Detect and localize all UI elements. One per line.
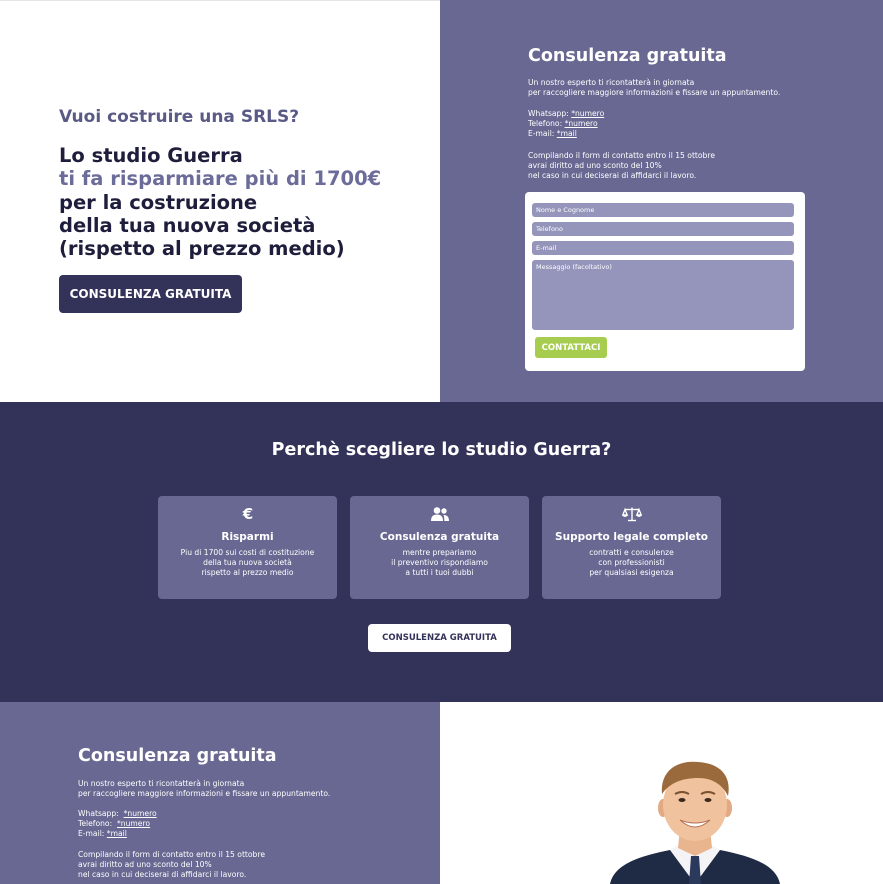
card-description: mentre prepariamo il preventivo rispondi…: [350, 548, 529, 578]
intro-line-1: Un nostro esperto ti ricontatterà in gio…: [78, 779, 245, 788]
feature-card-supporto: Supporto legale completo contratti e con…: [542, 496, 721, 599]
bottom-contact-panel: Consulenza gratuita Un nostro esperto ti…: [0, 702, 440, 884]
whatsapp-label: Whatsapp:: [528, 109, 569, 118]
card-description: Piu di 1700 sui costi di costituzione de…: [158, 548, 337, 578]
whatsapp-link[interactable]: *numero: [571, 109, 604, 118]
card-line: per qualsiasi esigenza: [589, 568, 674, 577]
whatsapp-link[interactable]: *numero: [124, 809, 157, 818]
hero-headline: Lo studio Guerra ti fa risparmiare più d…: [59, 144, 429, 260]
card-line: rispetto al prezzo medio: [201, 568, 294, 577]
euro-icon: €: [158, 505, 337, 523]
phone-row: Telefono: *numero: [78, 819, 157, 829]
promo-line-3: nel caso in cui deciserai di affidarci i…: [528, 171, 697, 180]
feature-card-risparmi: € Risparmi Piu di 1700 sui costi di cost…: [158, 496, 337, 599]
card-line: mentre prepariamo: [402, 548, 477, 557]
headline-line-4: (rispetto al prezzo medio): [59, 237, 345, 261]
why-consulenza-button[interactable]: CONSULENZA GRATUITA: [368, 624, 511, 652]
hero-section: Vuoi costruire una SRLS? Lo studio Guerr…: [0, 0, 883, 402]
email-link[interactable]: *mail: [557, 129, 577, 138]
headline-line-3: della tua nuova società: [59, 213, 316, 237]
phone-label: Telefono:: [78, 819, 113, 828]
name-field[interactable]: Nome e Cognome: [532, 203, 794, 217]
bottom-photo-panel: [440, 702, 883, 884]
card-title: Risparmi: [221, 531, 274, 543]
card-line: contratti e consulenze: [589, 548, 674, 557]
email-row: E-mail: *mail: [78, 829, 157, 839]
promo-line-2: avrai diritto ad uno sconto del 10%: [78, 860, 212, 869]
card-description: contratti e consulenze con professionist…: [542, 548, 721, 578]
users-icon: [350, 505, 529, 523]
hero-eyebrow: Vuoi costruire una SRLS?: [59, 107, 300, 127]
headline-line-2: per la costruzione: [59, 190, 258, 214]
phone-row: Telefono: *numero: [528, 119, 604, 129]
contattaci-button[interactable]: CONTATTACI: [535, 337, 607, 358]
svg-text:€: €: [241, 506, 252, 522]
whatsapp-label: Whatsapp:: [78, 809, 119, 818]
bottom-contact-section: Consulenza gratuita Un nostro esperto ti…: [0, 702, 883, 884]
feature-card-consulenza: Consulenza gratuita mentre prepariamo il…: [350, 496, 529, 599]
bottom-contacts: Whatsapp: *numero Telefono: *numero E-ma…: [78, 809, 157, 839]
card-title: Consulenza gratuita: [379, 531, 500, 543]
why-title: Perchè scegliere lo studio Guerra?: [271, 440, 612, 460]
why-section: Perchè scegliere lo studio Guerra? € Ris…: [0, 402, 883, 702]
headline-line-1: Lo studio Guerra: [59, 144, 243, 167]
contact-panel-contacts: Whatsapp: *numero Telefono: *numero E-ma…: [528, 109, 604, 139]
card-line: con professionisti: [598, 558, 665, 567]
whatsapp-row: Whatsapp: *numero: [528, 109, 604, 119]
contact-panel: Consulenza gratuita Un nostro esperto ti…: [440, 0, 883, 402]
headline-accent: ti fa risparmiare più di 1700€: [59, 167, 382, 191]
email-row: E-mail: *mail: [528, 129, 604, 139]
bottom-intro: Un nostro esperto ti ricontatterà in gio…: [78, 779, 330, 799]
contact-panel-promo: Compilando il form di contatto entro il …: [528, 151, 715, 181]
card-title: Supporto legale completo: [555, 531, 708, 543]
email-label: E-mail:: [528, 129, 555, 138]
scale-icon: [542, 505, 721, 523]
phone-label: Telefono:: [528, 119, 563, 128]
phone-link[interactable]: *numero: [117, 819, 150, 828]
card-line: il preventivo rispondiamo: [391, 558, 488, 567]
intro-line-2: per raccogliere maggiore informazioni e …: [528, 88, 781, 97]
card-line: della tua nuova società: [203, 558, 292, 567]
phone-link[interactable]: *numero: [565, 119, 598, 128]
intro-line-1: Un nostro esperto ti ricontatterà in gio…: [528, 78, 695, 87]
card-line: Piu di 1700 sui costi di costituzione: [180, 548, 315, 557]
bottom-promo: Compilando il form di contatto entro il …: [78, 850, 265, 880]
email-label: E-mail:: [78, 829, 105, 838]
contact-form: Nome e Cognome Telefono E-mail Messaggio…: [525, 192, 805, 371]
phone-field[interactable]: Telefono: [532, 222, 794, 236]
card-line: a tutti i tuoi dubbi: [405, 568, 474, 577]
promo-line-1: Compilando il form di contatto entro il …: [528, 151, 715, 160]
hero-left-panel: Vuoi costruire una SRLS? Lo studio Guerr…: [0, 0, 440, 402]
email-field[interactable]: E-mail: [532, 241, 794, 255]
promo-line-3: nel caso in cui deciserai di affidarci i…: [78, 870, 247, 879]
contact-panel-title: Consulenza gratuita: [528, 46, 727, 66]
promo-line-2: avrai diritto ad uno sconto del 10%: [528, 161, 662, 170]
bottom-title: Consulenza gratuita: [78, 746, 277, 766]
promo-line-1: Compilando il form di contatto entro il …: [78, 850, 265, 859]
message-field[interactable]: Messaggio (facoltativo): [532, 260, 794, 330]
intro-line-2: per raccogliere maggiore informazioni e …: [78, 789, 331, 798]
hero-consulenza-button[interactable]: CONSULENZA GRATUITA: [59, 275, 242, 313]
contact-panel-intro: Un nostro esperto ti ricontatterà in gio…: [528, 78, 780, 98]
email-link[interactable]: *mail: [107, 829, 127, 838]
consultant-photo: [610, 761, 780, 884]
whatsapp-row: Whatsapp: *numero: [78, 809, 157, 819]
